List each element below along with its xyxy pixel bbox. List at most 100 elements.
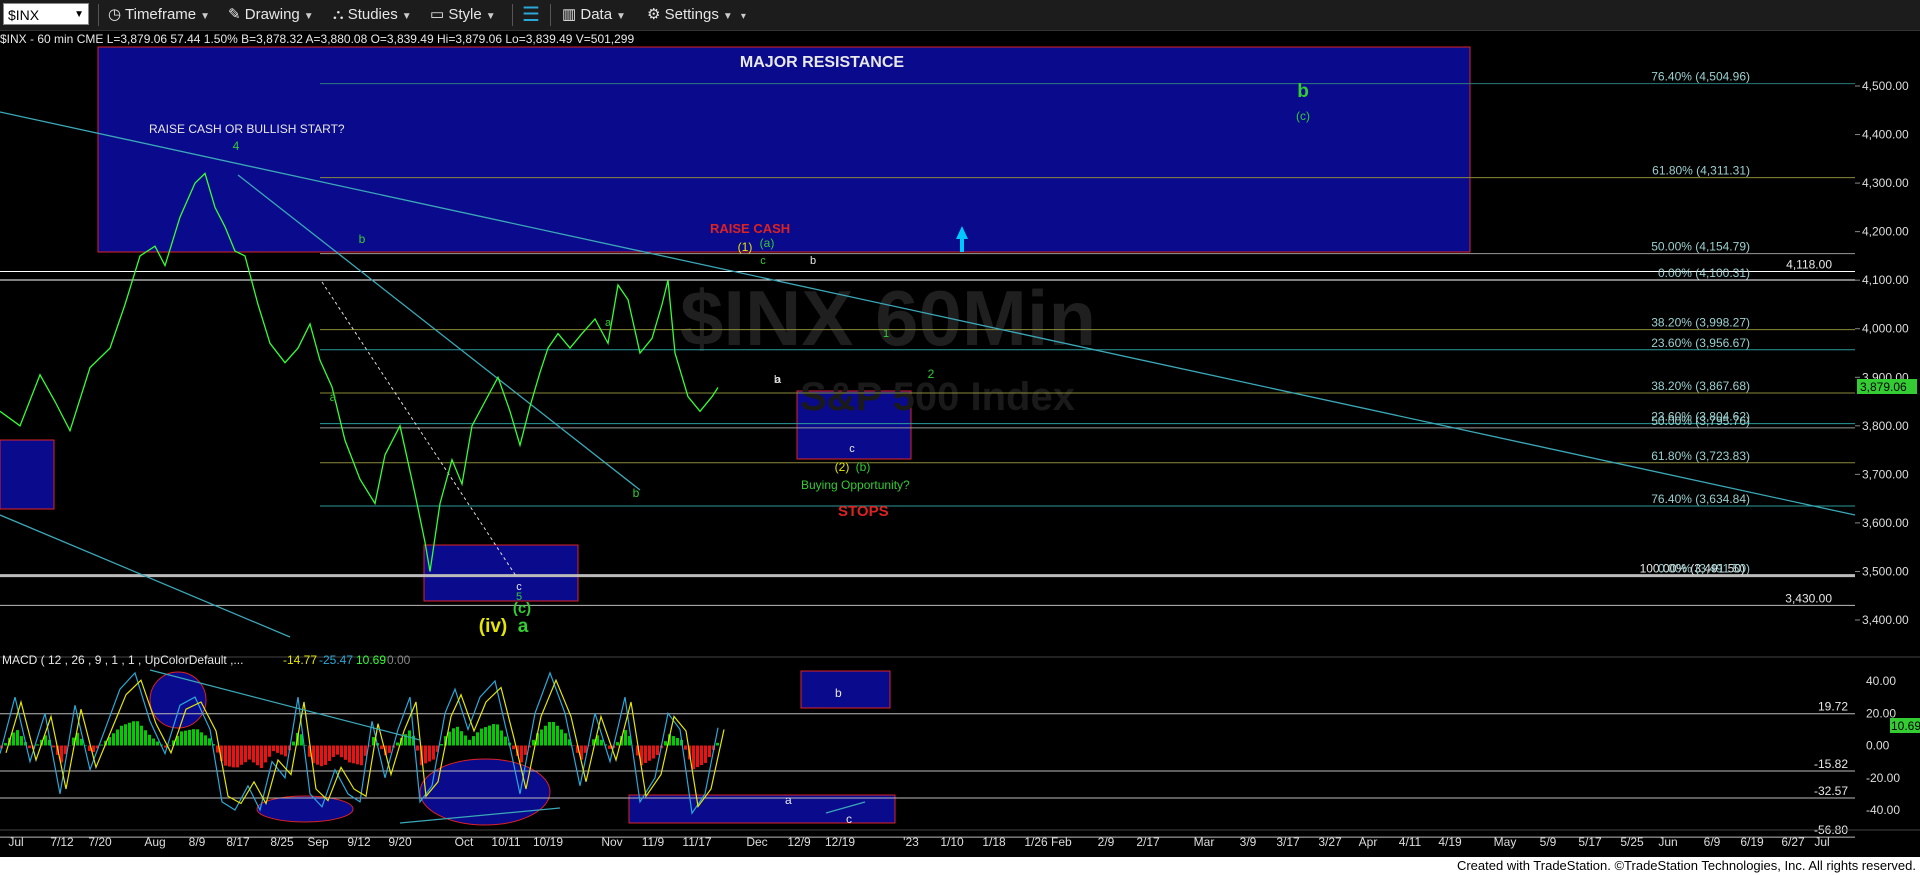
- macd-bar: [292, 741, 295, 746]
- time-axis-label: 5/17: [1578, 835, 1602, 849]
- macd-bar: [280, 745, 283, 755]
- macd-axis-label: -20.00: [1866, 771, 1900, 785]
- raise-cash-question-label: RAISE CASH OR BULLISH START?: [149, 122, 345, 136]
- left-box: [0, 439, 55, 510]
- macd-bar: [232, 745, 235, 768]
- macd-bar: [476, 732, 479, 746]
- macd-bar: [644, 745, 647, 763]
- macd-bar: [180, 731, 183, 746]
- macd-bar: [424, 745, 427, 764]
- macd-bar: [664, 741, 667, 746]
- price-axis-label: 4,500.00: [1862, 79, 1909, 93]
- footer: Created with TradeStation. ©TradeStation…: [0, 857, 1920, 875]
- macd-oval-aug: [149, 671, 207, 729]
- macd-bar: [120, 725, 123, 746]
- wave-label: b: [633, 486, 640, 500]
- price-axis-label: 3,700.00: [1862, 467, 1909, 481]
- price-axis[interactable]: 4,500.00 4,400.00 4,300.00 4,200.00 4,100.00…: [1855, 79, 1909, 627]
- wave-label: b: [359, 232, 366, 246]
- time-axis-label: 6/19: [1740, 835, 1764, 849]
- layout-icon[interactable]: ☰: [522, 0, 540, 30]
- timeframe-label: Timeframe: [125, 6, 197, 23]
- style-icon: ▭: [430, 6, 445, 23]
- time-axis-label: '23: [903, 835, 919, 849]
- macd-value-4: 0.00: [387, 653, 411, 667]
- wave-label: a: [330, 390, 337, 404]
- macd-bar: [36, 744, 39, 746]
- macd-bar: [616, 742, 619, 746]
- drawing-button[interactable]: ✎ Drawing ▼: [228, 0, 314, 30]
- macd-bar: [492, 724, 495, 746]
- macd-bar: [188, 729, 191, 746]
- macd-bar: [264, 745, 267, 763]
- time-axis-label: 12/19: [825, 835, 855, 849]
- time-axis-label: 11/17: [682, 835, 711, 849]
- macd-bar: [484, 727, 487, 746]
- chevron-down-icon: ▼: [722, 11, 733, 22]
- fib-label: 38.20% (3,867.68): [1651, 379, 1750, 393]
- macd-bar: [208, 738, 211, 746]
- time-axis-label: Apr: [1359, 835, 1378, 849]
- macd-bar: [700, 745, 703, 766]
- macd-axis-label: 40.00: [1866, 674, 1896, 688]
- price-pane[interactable]: $INX 60Min S&P 500 Index 76.40% (4,504.9…: [0, 46, 1856, 657]
- time-axis-label: Jul: [1814, 835, 1829, 849]
- macd-box-c-label: c: [846, 812, 852, 826]
- macd-bar: [564, 733, 567, 746]
- macd-bar: [716, 742, 719, 746]
- chart-canvas[interactable]: $INX 60Min S&P 500 Index 76.40% (4,504.9…: [0, 0, 1920, 875]
- macd-box-a-label: a: [785, 793, 792, 807]
- settings-button[interactable]: ⚙ Settings ▼ ▾: [647, 0, 746, 30]
- macd-bar: [472, 736, 475, 746]
- macd-bar: [116, 729, 119, 746]
- wave-label: 1: [883, 328, 889, 340]
- timeframe-button[interactable]: ◷ Timeframe ▼: [108, 0, 210, 30]
- wave-label: b: [1297, 81, 1309, 102]
- macd-axis[interactable]: 40.0020.000.00-20.00-40.00: [1866, 674, 1900, 817]
- macd-bar: [256, 745, 259, 766]
- style-button[interactable]: ▭ Style ▼: [430, 0, 496, 30]
- macd-bar: [544, 725, 547, 746]
- chevron-down-icon[interactable]: ▼: [74, 4, 84, 26]
- macd-bar: [512, 745, 515, 750]
- fib-label: 61.80% (4,311.31): [1652, 164, 1750, 178]
- time-axis-label: 8/25: [270, 835, 294, 849]
- time-axis-label: 12/9: [787, 835, 811, 849]
- clock-icon: ◷: [108, 6, 122, 23]
- time-axis-label: Oct: [455, 835, 474, 849]
- macd-pane[interactable]: 19.72-15.82-32.57-56.80 MACD ( 12 , 26 ,…: [0, 653, 1920, 838]
- toolbar: $INX ▼ ◷ Timeframe ▼ ✎ Drawing ▼ ⛬ Studies…: [0, 0, 1920, 31]
- divider: [550, 4, 551, 26]
- time-axis-label: 3/9: [1240, 835, 1257, 849]
- macd-bar: [696, 745, 699, 768]
- macd-bar: [652, 745, 655, 759]
- data-label: Data: [580, 6, 613, 23]
- macd-bar: [352, 745, 355, 764]
- fib-label: 3,430.00: [1785, 591, 1832, 605]
- wave-label: a: [775, 374, 782, 386]
- time-axis-label: 8/9: [189, 835, 206, 849]
- macd-oval-sep: [256, 795, 354, 823]
- time-axis-label: 6/27: [1781, 835, 1805, 849]
- wave-label: b: [810, 255, 816, 267]
- wave-label: (iv): [479, 616, 508, 637]
- wave-label: (b): [856, 460, 871, 474]
- time-axis-label: Mar: [1194, 835, 1215, 849]
- macd-bar: [684, 745, 687, 750]
- macd-bar: [228, 745, 231, 767]
- macd-axis-label: -40.00: [1866, 803, 1900, 817]
- data-button[interactable]: ▥ Data ▼: [562, 0, 626, 30]
- macd-bar: [92, 745, 95, 753]
- macd-bar: [236, 745, 239, 768]
- studies-button[interactable]: ⛬ Studies ▼: [333, 0, 412, 30]
- macd-bar: [708, 745, 711, 758]
- macd-bar: [248, 745, 251, 760]
- time-axis-label: 1/10: [940, 835, 964, 849]
- macd-bar: [488, 725, 491, 746]
- time-axis-label: 3/27: [1318, 835, 1342, 849]
- symbol-input[interactable]: $INX ▼: [3, 3, 89, 25]
- time-axis-label: Sep: [307, 835, 329, 849]
- time-axis-label: 2/17: [1136, 835, 1160, 849]
- current-price-label: 3,879.06: [1860, 380, 1907, 394]
- studies-icon: ⛬: [333, 6, 344, 23]
